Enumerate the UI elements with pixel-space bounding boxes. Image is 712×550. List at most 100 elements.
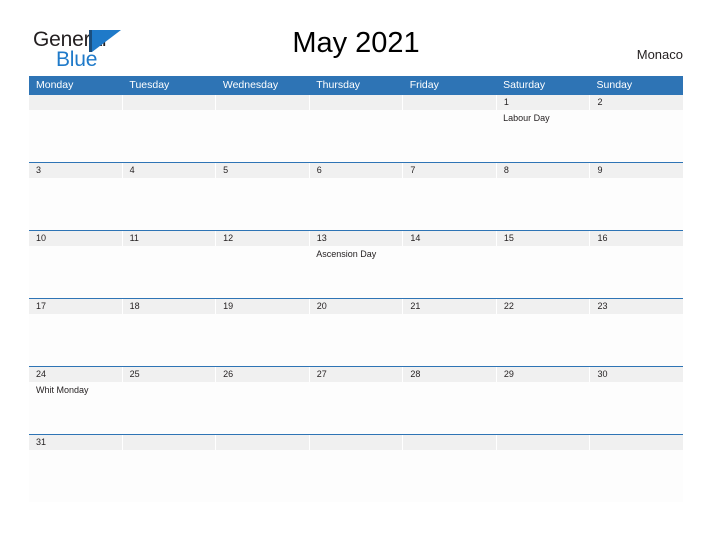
weekday-header-row: Monday Tuesday Wednesday Thursday Friday…	[29, 76, 683, 95]
day-event	[309, 110, 402, 162]
day-number[interactable]: 7	[403, 163, 496, 178]
day-event	[29, 178, 122, 230]
week-date-band: 24 25 26 27 28 29 30	[29, 367, 684, 382]
day-number[interactable]: 30	[590, 367, 684, 382]
day-event	[403, 314, 496, 366]
week-date-band: 1 2	[29, 95, 684, 110]
day-event	[309, 178, 402, 230]
day-event	[496, 178, 589, 230]
week-date-band: 10 11 12 13 14 15 16	[29, 231, 684, 246]
week-event-band: Whit Monday	[29, 382, 683, 434]
day-number[interactable]: 9	[590, 163, 684, 178]
day-event	[590, 450, 683, 502]
day-number[interactable]: 24	[29, 367, 122, 382]
week-date-band: 3 4 5 6 7 8 9	[29, 163, 684, 178]
day-number[interactable]: 3	[29, 163, 122, 178]
day-number[interactable]	[216, 95, 309, 110]
week-event-band	[29, 178, 683, 230]
day-number[interactable]	[122, 435, 216, 450]
week-date-band: 31	[29, 435, 684, 450]
day-number[interactable]: 10	[29, 231, 122, 246]
day-number[interactable]: 21	[403, 299, 496, 314]
location-label: Monaco	[636, 47, 683, 62]
weekday-header-wednesday: Wednesday	[222, 79, 279, 91]
day-event	[590, 246, 683, 298]
calendar-week-row: 24 25 26 27 28 29 30 Whit Monday	[29, 367, 684, 435]
day-number[interactable]	[309, 435, 403, 450]
page-title: May 2021	[292, 27, 420, 59]
day-number[interactable]: 23	[590, 299, 684, 314]
day-event: Ascension Day	[316, 249, 377, 259]
day-number[interactable]	[403, 435, 496, 450]
day-event	[122, 246, 215, 298]
calendar-table: Monday Tuesday Wednesday Thursday Friday…	[29, 76, 684, 502]
day-event	[122, 382, 215, 434]
day-event	[309, 450, 402, 502]
day-number[interactable]	[590, 435, 684, 450]
day-event	[309, 314, 402, 366]
day-number[interactable]: 31	[29, 435, 122, 450]
day-number[interactable]: 28	[403, 367, 496, 382]
day-number[interactable]: 2	[590, 95, 684, 110]
day-event	[590, 382, 683, 434]
day-number[interactable]: 29	[496, 367, 590, 382]
day-event	[496, 382, 589, 434]
day-number[interactable]: 18	[122, 299, 216, 314]
day-event	[216, 382, 309, 434]
day-number[interactable]: 15	[496, 231, 590, 246]
day-event	[496, 246, 589, 298]
day-number[interactable]: 11	[122, 231, 216, 246]
day-event	[216, 178, 309, 230]
day-event	[122, 178, 215, 230]
day-number[interactable]: 16	[590, 231, 684, 246]
day-number[interactable]: 22	[496, 299, 590, 314]
day-number[interactable]	[403, 95, 496, 110]
weekday-header-saturday: Saturday	[503, 79, 546, 91]
calendar-week-row: 1 2 Labour Day	[29, 95, 684, 163]
week-event-band: Ascension Day	[29, 246, 683, 298]
day-number[interactable]: 19	[216, 299, 309, 314]
day-number[interactable]: 27	[309, 367, 403, 382]
day-number[interactable]: 25	[122, 367, 216, 382]
day-number[interactable]: 17	[29, 299, 122, 314]
calendar-week-row: 10 11 12 13 14 15 16 Ascension Day	[29, 231, 684, 299]
weekday-header-monday: Monday	[36, 79, 74, 91]
day-event	[309, 382, 402, 434]
day-event	[590, 110, 683, 162]
day-event	[403, 246, 496, 298]
day-number[interactable]: 26	[216, 367, 309, 382]
day-number[interactable]: 8	[496, 163, 590, 178]
day-event	[496, 314, 589, 366]
calendar-week-row: 31	[29, 435, 684, 502]
day-event	[216, 110, 309, 162]
day-number[interactable]: 12	[216, 231, 309, 246]
week-event-band	[29, 450, 683, 502]
day-number[interactable]: 14	[403, 231, 496, 246]
day-event	[403, 178, 496, 230]
day-number[interactable]	[122, 95, 216, 110]
day-number[interactable]: 13	[309, 231, 403, 246]
day-event	[590, 178, 683, 230]
page-header: General Blue May 2021 Monaco	[0, 0, 712, 76]
day-event	[216, 314, 309, 366]
day-event	[590, 314, 683, 366]
week-event-band: Labour Day	[29, 110, 683, 162]
calendar-week-row: 3 4 5 6 7 8 9	[29, 163, 684, 231]
day-event	[29, 314, 122, 366]
day-number[interactable]: 4	[122, 163, 216, 178]
day-number[interactable]	[496, 435, 590, 450]
day-number[interactable]: 20	[309, 299, 403, 314]
calendar-week-row: 17 18 19 20 21 22 23	[29, 299, 684, 367]
day-number[interactable]	[309, 95, 403, 110]
day-number[interactable]	[29, 95, 122, 110]
weekday-header-tuesday: Tuesday	[129, 79, 170, 91]
weekday-header-thursday: Thursday	[316, 79, 361, 91]
day-event: Whit Monday	[36, 385, 89, 395]
day-number[interactable]: 1	[496, 95, 590, 110]
calendar-page: General Blue May 2021 Monaco Monday Tues…	[0, 0, 712, 550]
day-number[interactable]: 6	[309, 163, 403, 178]
day-number[interactable]: 5	[216, 163, 309, 178]
day-event: Labour Day	[503, 113, 550, 123]
day-event	[29, 110, 122, 162]
day-number[interactable]	[216, 435, 309, 450]
